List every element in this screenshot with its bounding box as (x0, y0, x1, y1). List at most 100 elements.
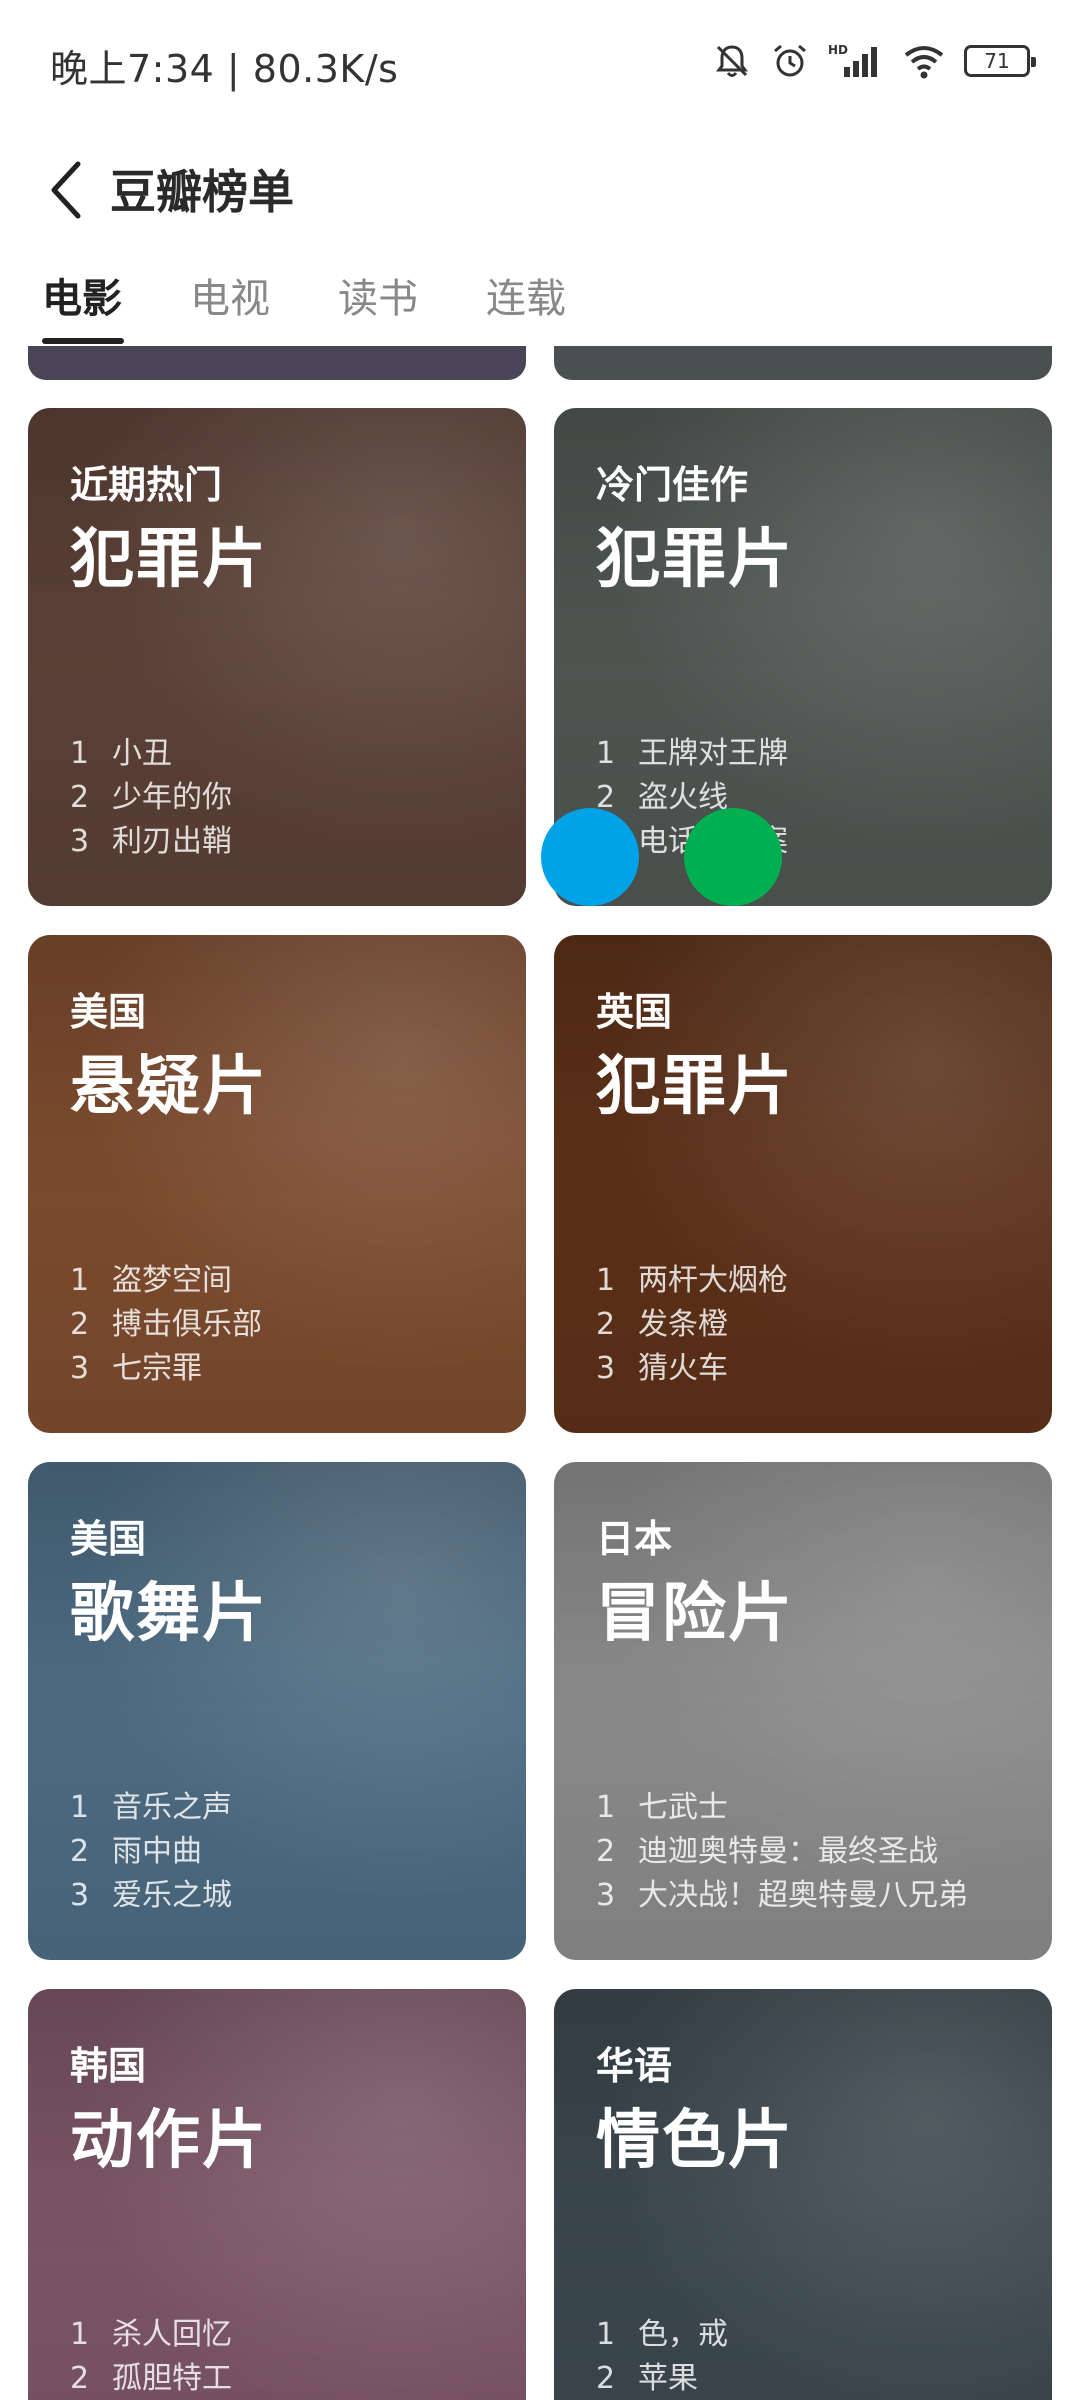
ranking-item: 3 大决战！超奥特曼八兄弟 (596, 1874, 968, 1918)
card-title: 犯罪片 (596, 523, 794, 597)
ranking-title: 色，戒 (638, 2317, 728, 2352)
ranking-number: 1 (596, 1263, 616, 1298)
ranking-title: 迪迦奥特曼：最终圣战 (638, 1834, 938, 1869)
ranking-title: 七武士 (638, 1790, 728, 1825)
card-ranking-list: 1 七武士 2 迪迦奥特曼：最终圣战 3 大决战！超奥特曼八兄弟 (596, 1786, 968, 1918)
card-title: 犯罪片 (596, 1050, 794, 1124)
card-peek-left[interactable] (28, 346, 526, 380)
ranking-item: 2 少年的你 (70, 776, 232, 820)
tab-serial[interactable]: 连载 (486, 266, 566, 324)
category-tabs: 电影 电视 读书 连载 (0, 250, 1080, 350)
hd-signal-icon: HD (828, 43, 877, 77)
tab-active-indicator (42, 338, 124, 344)
ranking-title: 苹果 (638, 2361, 698, 2396)
chart-card[interactable]: 日本 冒险片 1 七武士 2 迪迦奥特曼：最终圣战 3 大决战！超奥特曼八兄弟 (554, 1462, 1052, 1960)
back-button[interactable] (28, 140, 108, 240)
ranking-number: 3 (70, 1878, 90, 1913)
ranking-item: 2 苹果 (596, 2357, 728, 2400)
card-ranking-list: 1 盗梦空间 2 搏击俱乐部 3 七宗罪 (70, 1259, 262, 1391)
ranking-title: 杀人回忆 (112, 2317, 232, 2352)
ranking-item: 1 两杆大烟枪 (596, 1259, 788, 1303)
ranking-item: 3 爱乐之城 (70, 1874, 232, 1918)
ranking-number: 1 (70, 1790, 90, 1825)
ranking-title: 雨中曲 (112, 1834, 202, 1869)
ranking-number: 3 (70, 824, 90, 859)
ranking-number: 3 (596, 1878, 616, 1913)
ranking-number: 2 (596, 1307, 616, 1342)
ranking-title: 两杆大烟枪 (638, 1263, 788, 1298)
battery-level: 71 (984, 49, 1010, 73)
card-subtitle: 美国 (70, 1517, 147, 1561)
status-icons: HD 71 (712, 36, 1036, 86)
ranking-item: 2 雨中曲 (70, 1830, 232, 1874)
chart-grid: 近期热门犯罪片1小丑2少年的你3利刃出鞘 冷门佳作犯罪片1王牌对王牌2盗火线3电… (0, 346, 1080, 2400)
ranking-number: 1 (596, 1790, 616, 1825)
ranking-item: 3 七宗罪 (70, 1347, 262, 1391)
card-ranking-list: 1 色，戒 2 苹果 (596, 2313, 728, 2400)
touch-indicator-green (684, 808, 782, 906)
card-ranking-list: 1 杀人回忆 2 孤胆特工 (70, 2313, 232, 2400)
card-subtitle: 韩国 (70, 2044, 147, 2088)
page-title: 豆瓣榜单 (110, 165, 294, 219)
card-peek-right[interactable] (554, 346, 1052, 380)
bell-off-icon (716, 45, 748, 77)
tab-books[interactable]: 读书 (338, 266, 418, 324)
chart-card[interactable]: 近期热门 犯罪片 1 小丑 2 少年的你 3 利刃出鞘 (28, 408, 526, 906)
ranking-item: 1 盗梦空间 (70, 1259, 262, 1303)
ranking-item: 1 音乐之声 (70, 1786, 232, 1830)
card-subtitle: 冷门佳作 (596, 463, 749, 507)
ranking-title: 爱乐之城 (112, 1878, 232, 1913)
ranking-item: 3 利刃出鞘 (70, 820, 232, 864)
ranking-number: 1 (596, 2317, 616, 2352)
battery-icon: 71 (964, 45, 1036, 77)
ranking-number: 2 (70, 780, 90, 815)
ranking-item: 2 盗火线 (596, 776, 788, 820)
status-time: 晚上7:34 | 80.3K/s (50, 47, 399, 91)
ranking-number: 2 (70, 1834, 90, 1869)
ranking-number: 2 (596, 2361, 616, 2396)
card-ranking-list: 1 音乐之声 2 雨中曲 3 爱乐之城 (70, 1786, 232, 1918)
card-title: 动作片 (70, 2104, 268, 2178)
ranking-number: 2 (596, 1834, 616, 1869)
ranking-number: 3 (70, 1351, 90, 1386)
ranking-item: 2 发条橙 (596, 1303, 788, 1347)
touch-indicator-blue (541, 808, 639, 906)
chart-card[interactable]: 华语情色片 1 色，戒 2 苹果 (554, 1989, 1052, 2400)
card-subtitle: 英国 (596, 990, 673, 1034)
chart-card[interactable]: 英国 犯罪片 1 两杆大烟枪 2 发条橙 3 猜火车 (554, 935, 1052, 1433)
ranking-title: 盗梦空间 (112, 1263, 232, 1298)
chart-card[interactable]: 美国 悬疑片 1 盗梦空间 2 搏击俱乐部 3 七宗罪 (28, 935, 526, 1433)
card-title: 歌舞片 (70, 1577, 268, 1651)
tab-movie[interactable]: 电影 (42, 266, 122, 324)
ranking-title: 孤胆特工 (112, 2361, 232, 2396)
chart-card[interactable]: 美国歌舞片 1 音乐之声 2 雨中曲 3 爱乐之城 (28, 1462, 526, 1960)
ranking-title: 搏击俱乐部 (112, 1307, 262, 1342)
chart-card[interactable]: 韩国动作片 1 杀人回忆 2 孤胆特工 (28, 1989, 526, 2400)
ranking-item: 2 迪迦奥特曼：最终圣战 (596, 1830, 968, 1874)
ranking-number: 2 (70, 2361, 90, 2396)
ranking-title: 王牌对王牌 (638, 736, 788, 771)
svg-text:HD: HD (828, 43, 848, 57)
ranking-title: 发条橙 (638, 1307, 728, 1342)
alarm-icon (774, 44, 806, 77)
ranking-number: 3 (596, 1351, 616, 1386)
wifi-icon (904, 46, 944, 79)
ranking-number: 1 (70, 1263, 90, 1298)
tab-tv[interactable]: 电视 (190, 266, 270, 324)
card-ranking-list: 1 两杆大烟枪 2 发条橙 3 猜火车 (596, 1259, 788, 1391)
ranking-title: 音乐之声 (112, 1790, 232, 1825)
card-title: 情色片 (596, 2104, 794, 2178)
card-title: 冒险片 (596, 1577, 794, 1651)
ranking-title: 小丑 (112, 736, 172, 771)
ranking-title: 大决战！超奥特曼八兄弟 (638, 1878, 968, 1913)
ranking-item: 1 杀人回忆 (70, 2313, 232, 2357)
card-subtitle: 华语 (596, 2044, 673, 2088)
ranking-number: 1 (70, 2317, 90, 2352)
ranking-number: 2 (70, 1307, 90, 1342)
ranking-title: 利刃出鞘 (112, 824, 232, 859)
ranking-title: 七宗罪 (112, 1351, 202, 1386)
app-header: 豆瓣榜单 (0, 130, 1080, 250)
card-title: 犯罪片 (70, 523, 268, 597)
card-title: 悬疑片 (70, 1050, 268, 1124)
ranking-item: 1 七武士 (596, 1786, 968, 1830)
